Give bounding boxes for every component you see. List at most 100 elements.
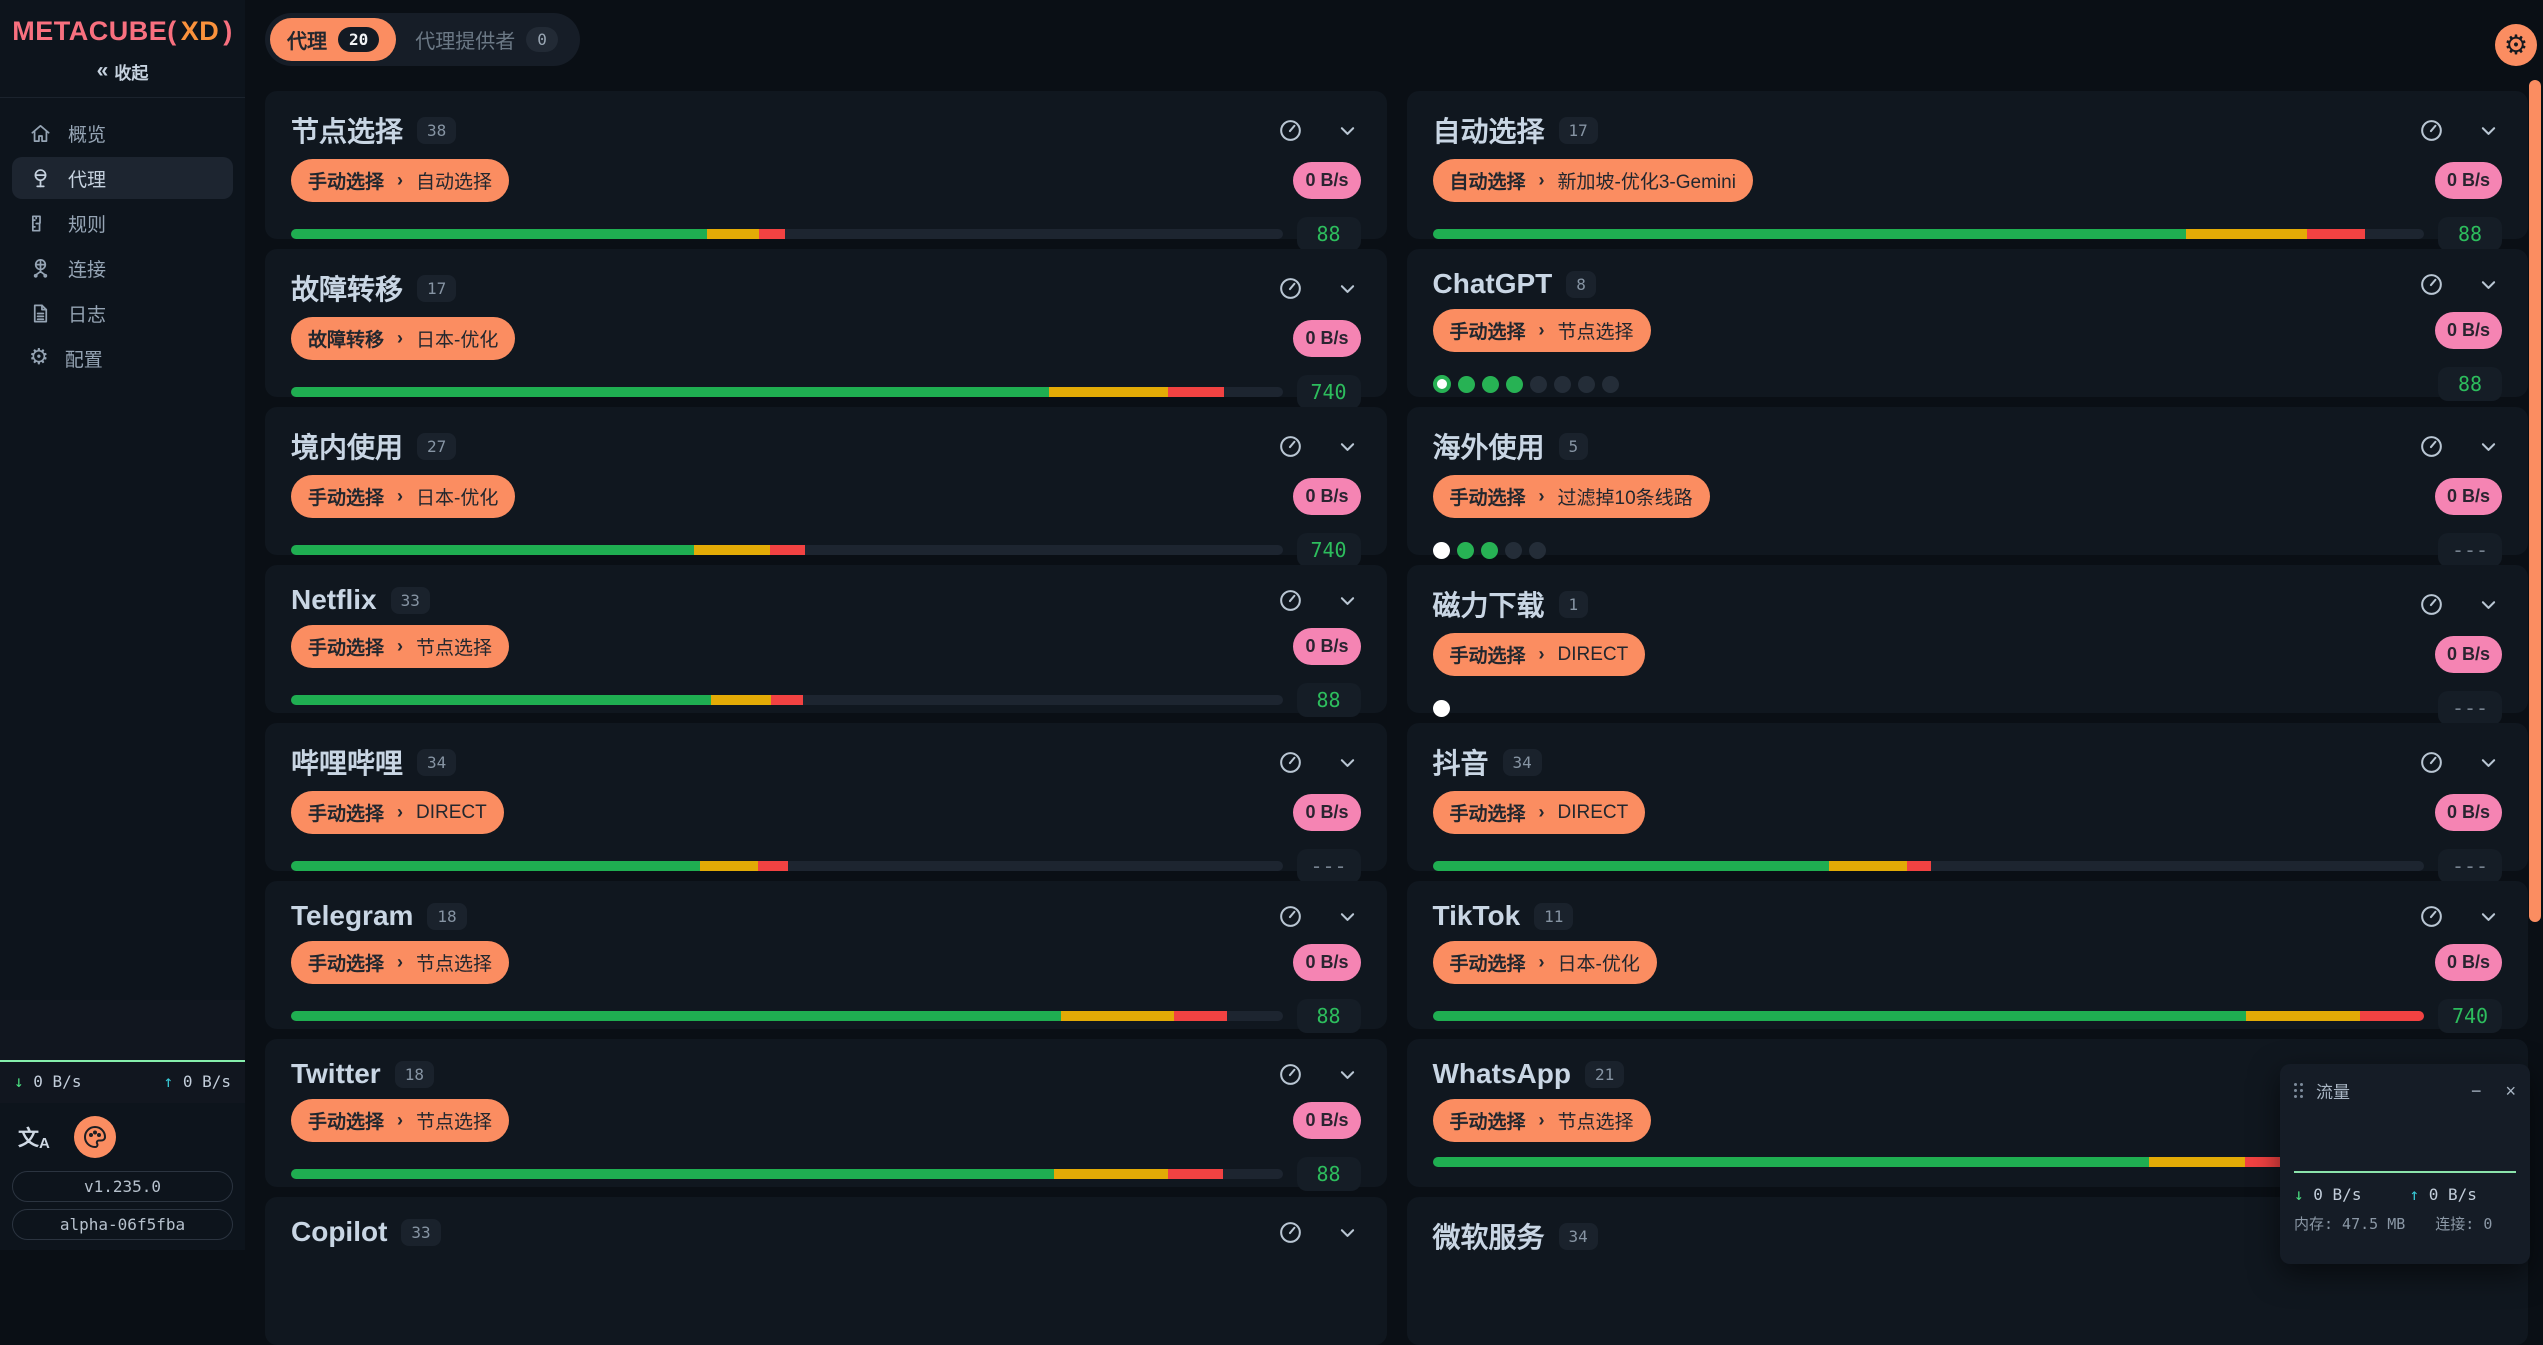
logo-accent: XD bbox=[177, 16, 224, 46]
expand-chevron-button[interactable] bbox=[1334, 903, 1361, 930]
expand-chevron-button[interactable] bbox=[1334, 749, 1361, 776]
bar-segment-yellow bbox=[2149, 1157, 2245, 1167]
bar-segment-green bbox=[291, 1011, 1061, 1021]
expand-chevron-button[interactable] bbox=[2475, 433, 2502, 460]
latency-value: 88 bbox=[1297, 683, 1361, 717]
node-dot-gray bbox=[1578, 376, 1595, 393]
build-version-button[interactable]: alpha-06f5fba bbox=[12, 1209, 233, 1240]
selected-node: 节点选择 bbox=[416, 633, 492, 660]
minimize-button[interactable]: − bbox=[2471, 1082, 2482, 1100]
node-dot-green bbox=[1457, 542, 1474, 559]
latency-test-button[interactable] bbox=[1277, 749, 1304, 776]
sidebar-item-4[interactable]: 连接 bbox=[12, 247, 233, 289]
selection-breadcrumb: 手动选择 › 日本-优化 bbox=[1433, 941, 1657, 984]
expand-chevron-button[interactable] bbox=[2475, 117, 2502, 144]
latency-test-button[interactable] bbox=[1277, 117, 1304, 144]
expand-chevron-button[interactable] bbox=[2475, 903, 2502, 930]
tab-1[interactable]: 代理20 bbox=[270, 18, 396, 61]
selected-node: 新加坡-优化3-Gemini bbox=[1558, 167, 1736, 194]
latency-distribution-bar bbox=[1433, 861, 2425, 871]
proxy-group-card: 哔哩哔哩 34 手动选择 › DIRECT 0 B/s --- bbox=[265, 723, 1387, 871]
bar-segment-yellow bbox=[700, 861, 758, 871]
proxy-group-card: 境内使用 27 手动选择 › 日本-优化 0 B/s 740 bbox=[265, 407, 1387, 555]
chevron-right-icon: › bbox=[1539, 1110, 1545, 1131]
selector-type: 手动选择 bbox=[1450, 949, 1526, 976]
selection-breadcrumb: 手动选择 › 节点选择 bbox=[1433, 309, 1651, 352]
latency-value: --- bbox=[2438, 533, 2502, 567]
sidebar-download-speed: ↓ 0 B/s bbox=[14, 1072, 81, 1091]
tab-2[interactable]: 代理提供者0 bbox=[398, 18, 575, 61]
collapse-label: 收起 bbox=[114, 59, 148, 84]
latency-test-button[interactable] bbox=[1277, 1061, 1304, 1088]
vertical-scrollbar[interactable] bbox=[2529, 80, 2541, 922]
sidebar-menu: 概览代理规则连接日志⚙配置 bbox=[0, 98, 245, 393]
latency-test-button[interactable] bbox=[1277, 903, 1304, 930]
latency-test-button[interactable] bbox=[2418, 433, 2445, 460]
selection-breadcrumb: 手动选择 › 自动选择 bbox=[291, 159, 509, 202]
proxy-group-card: TikTok 11 手动选择 › 日本-优化 0 B/s 74 bbox=[1407, 881, 2529, 1029]
selection-breadcrumb: 手动选择 › 节点选择 bbox=[291, 625, 509, 668]
expand-chevron-button[interactable] bbox=[1334, 1061, 1361, 1088]
sidebar-item-2[interactable]: 代理 bbox=[12, 157, 233, 199]
latency-test-button[interactable] bbox=[2418, 271, 2445, 298]
sidebar-item-1[interactable]: 概览 bbox=[12, 112, 233, 154]
sidebar-upload-speed: ↑ 0 B/s bbox=[164, 1072, 231, 1091]
logo-primary: METACUBE( bbox=[12, 16, 176, 46]
proxy-group-card: 抖音 34 手动选择 › DIRECT 0 B/s --- bbox=[1407, 723, 2529, 871]
selected-node: DIRECT bbox=[416, 802, 487, 824]
latency-test-button[interactable] bbox=[2418, 903, 2445, 930]
expand-chevron-button[interactable] bbox=[1334, 275, 1361, 302]
proxy-groups-grid: 节点选择 38 手动选择 › 自动选择 0 B/s 88 bbox=[265, 91, 2528, 1345]
theme-palette-button[interactable] bbox=[74, 1116, 116, 1158]
proxy-group-name: 节点选择 bbox=[291, 110, 403, 150]
speed-badge: 0 B/s bbox=[1293, 794, 1360, 831]
latency-test-button[interactable] bbox=[1277, 275, 1304, 302]
panel-upload-speed: ↑ 0 B/s bbox=[2409, 1185, 2476, 1204]
expand-chevron-button[interactable] bbox=[1334, 117, 1361, 144]
bar-segment-green bbox=[291, 229, 707, 239]
chevron-right-icon: › bbox=[1539, 802, 1545, 823]
upload-arrow-icon: ↑ bbox=[2409, 1185, 2419, 1204]
expand-chevron-button[interactable] bbox=[2475, 271, 2502, 298]
bar-segment-red bbox=[1168, 387, 1224, 397]
latency-test-button[interactable] bbox=[2418, 117, 2445, 144]
node-dot-gray bbox=[1530, 376, 1547, 393]
latency-test-button[interactable] bbox=[1277, 1219, 1304, 1246]
expand-chevron-button[interactable] bbox=[2475, 749, 2502, 776]
bar-segment-red bbox=[758, 861, 788, 871]
expand-chevron-button[interactable] bbox=[1334, 1219, 1361, 1246]
expand-chevron-button[interactable] bbox=[1334, 433, 1361, 460]
selector-type: 手动选择 bbox=[308, 167, 384, 194]
node-dot-white bbox=[1433, 700, 1450, 717]
node-count-badge: 33 bbox=[401, 1219, 440, 1246]
drag-handle-icon[interactable] bbox=[2294, 1083, 2304, 1099]
speed-badge: 0 B/s bbox=[2435, 312, 2502, 349]
chevron-right-icon: › bbox=[1539, 170, 1545, 191]
latency-test-button[interactable] bbox=[2418, 591, 2445, 618]
language-icon[interactable]: 文A bbox=[18, 1122, 50, 1152]
sidebar-item-label: 代理 bbox=[68, 165, 106, 192]
chevron-right-icon: › bbox=[397, 1110, 403, 1131]
selector-type: 手动选择 bbox=[308, 633, 384, 660]
collapse-sidebar-button[interactable]: « 收起 bbox=[0, 59, 245, 84]
traffic-panel-title: 流量 bbox=[2316, 1078, 2350, 1103]
proxy-group-card: 故障转移 17 故障转移 › 日本-优化 0 B/s 740 bbox=[265, 249, 1387, 397]
core-version-button[interactable]: v1.235.0 bbox=[12, 1171, 233, 1202]
latency-test-button[interactable] bbox=[2418, 749, 2445, 776]
latency-distribution-bar bbox=[291, 1169, 1283, 1179]
sidebar-item-3[interactable]: 规则 bbox=[12, 202, 233, 244]
expand-chevron-button[interactable] bbox=[1334, 587, 1361, 614]
latency-test-button[interactable] bbox=[1277, 587, 1304, 614]
node-count-badge: 17 bbox=[417, 275, 456, 302]
latency-test-button[interactable] bbox=[1277, 433, 1304, 460]
sidebar-item-5[interactable]: 日志 bbox=[12, 292, 233, 334]
proxy-group-card: Telegram 18 手动选择 › 节点选择 0 B/s 8 bbox=[265, 881, 1387, 1029]
expand-chevron-button[interactable] bbox=[2475, 591, 2502, 618]
sidebar-item-6[interactable]: ⚙配置 bbox=[12, 337, 233, 379]
node-dots bbox=[1433, 542, 2425, 559]
bar-segment-red bbox=[759, 229, 785, 239]
selection-breadcrumb: 手动选择 › 节点选择 bbox=[1433, 1099, 1651, 1142]
settings-button[interactable]: ⚙ bbox=[2495, 24, 2537, 66]
close-button[interactable]: × bbox=[2505, 1082, 2516, 1100]
selection-breadcrumb: 手动选择 › DIRECT bbox=[291, 791, 504, 834]
